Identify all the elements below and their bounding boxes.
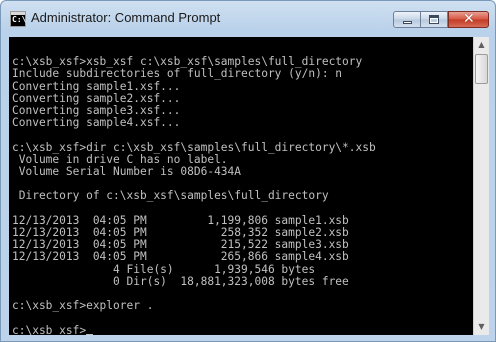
console-line: 0 Dir(s) 18,881,323,008 bytes free: [12, 274, 349, 288]
maximize-button[interactable]: [421, 11, 448, 28]
close-icon: ✕: [463, 11, 475, 27]
console-line: Directory of c:\xsb_xsf\samples\full_dir…: [12, 189, 329, 203]
console-line: c:\xsb_xsf>explorer .: [12, 299, 154, 313]
console-line: Converting sample4.xsf...: [12, 116, 181, 130]
window-title: Administrator: Command Prompt: [31, 10, 221, 25]
console-line: Converting sample3.xsf...: [12, 104, 181, 118]
console-line: c:\xsb_xsf>: [12, 323, 87, 335]
window-bottom-border: [1, 335, 495, 341]
scroll-up-arrow-icon[interactable]: ▲: [474, 37, 489, 53]
console-output-area[interactable]: c:\xsb_xsf>xsb_xsf c:\xsb_xsf\samples\fu…: [9, 37, 473, 335]
cmd-icon-glyph: C:\: [12, 15, 27, 24]
close-button[interactable]: ✕: [448, 11, 489, 28]
console-line: Converting sample1.xsf...: [12, 79, 181, 93]
console-text[interactable]: c:\xsb_xsf>xsb_xsf c:\xsb_xsf\samples\fu…: [12, 44, 376, 335]
console-line: 12/13/2013 04:05 PM 215,522 sample3.xsb: [12, 238, 349, 252]
cmd-icon[interactable]: C:\: [10, 11, 26, 27]
vertical-scrollbar[interactable]: ▲ ▼: [473, 37, 489, 335]
minimize-icon: [403, 21, 412, 24]
console-line: Include subdirectories of full_directory…: [12, 67, 343, 81]
maximize-icon: [429, 15, 439, 24]
console-line: Converting sample2.xsf...: [12, 91, 181, 105]
console-line: 4 File(s) 1,939,546 bytes: [12, 262, 316, 276]
console-line: c:\xsb_xsf>dir c:\xsb_xsf\samples\full_d…: [12, 140, 376, 154]
console-line: Volume in drive C has no label.: [12, 152, 228, 166]
title-bar[interactable]: C:\ Administrator: Command Prompt ✕: [1, 1, 495, 37]
console-line: 12/13/2013 04:05 PM 265,866 sample4.xsb: [12, 250, 349, 264]
scrollbar-thumb[interactable]: [475, 54, 488, 84]
console-line: Volume Serial Number is 08D6-434A: [12, 165, 242, 179]
console-line: 12/13/2013 04:05 PM 1,199,806 sample1.xs…: [12, 213, 349, 227]
console-line: 12/13/2013 04:05 PM 258,352 sample2.xsb: [12, 226, 349, 240]
command-prompt-window: C:\ Administrator: Command Prompt ✕ c:\x…: [0, 0, 496, 342]
scroll-down-arrow-icon[interactable]: ▼: [474, 319, 489, 335]
console-line: c:\xsb_xsf>xsb_xsf c:\xsb_xsf\samples\fu…: [12, 55, 363, 69]
minimize-button[interactable]: [393, 11, 421, 28]
